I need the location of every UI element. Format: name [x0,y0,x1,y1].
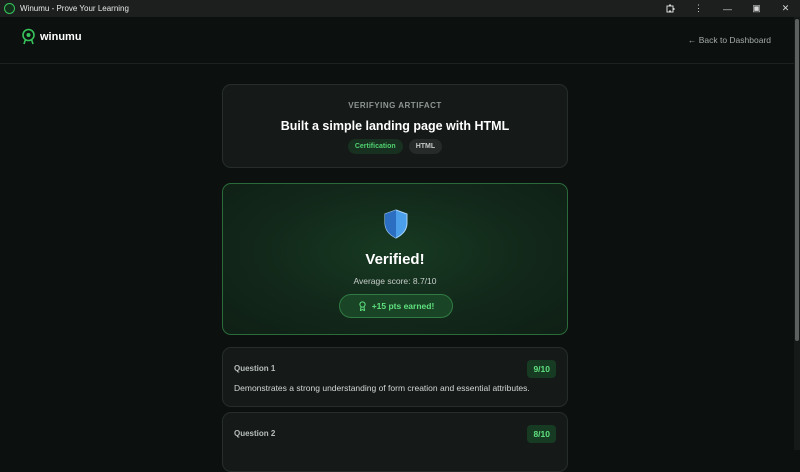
question-score-badge: 9/10 [527,360,556,378]
artifact-title: Built a simple landing page with HTML [280,119,510,133]
back-to-dashboard-link[interactable]: ← Back to Dashboard [688,35,771,45]
award-icon [359,301,366,311]
app-header: winumu ← Back to Dashboard [0,17,794,64]
verified-status: Verified! [365,251,425,268]
scrollbar-thumb[interactable] [795,19,799,341]
points-earned-badge: +15 pts earned! [339,294,453,318]
artifact-eyebrow: VERIFYING ARTIFACT [348,101,442,110]
minimize-icon[interactable]: — [713,0,742,17]
restore-icon[interactable]: ▣ [742,0,771,17]
window-controls: ⋮ — ▣ ✕ [655,0,800,17]
app-icon [4,3,15,14]
brand-logo-icon [22,28,35,45]
points-earned-text: +15 pts earned! [371,301,435,311]
question-label: Question 2 [234,429,276,438]
shield-icon [384,209,408,239]
question-feedback: Demonstrates a strong understanding of f… [234,383,530,393]
brand-logo[interactable]: winumu [20,28,82,45]
question-label: Question 1 [234,364,276,373]
brand-name: winumu [40,30,82,43]
verification-result-card: Verified! Average score: 8.7/10 +15 pts … [222,183,568,335]
question-card: Question 2 8/10 [222,412,568,472]
question-card: Question 1 9/10 Demonstrates a strong un… [222,347,568,407]
tag-html: HTML [408,139,443,154]
window-title: Winumu - Prove Your Learning [20,4,129,13]
close-icon[interactable]: ✕ [771,0,800,17]
page-scrollbar[interactable] [794,17,800,450]
artifact-tags: Certification HTML [223,139,567,154]
tag-certification: Certification [347,139,403,154]
window-titlebar: Winumu - Prove Your Learning ⋮ — ▣ ✕ [0,0,800,17]
question-score-badge: 8/10 [527,425,556,443]
artifact-card: VERIFYING ARTIFACT Built a simple landin… [222,84,568,168]
extensions-icon[interactable] [655,0,684,17]
menu-icon[interactable]: ⋮ [684,0,713,17]
average-score: Average score: 8.7/10 [353,276,437,286]
